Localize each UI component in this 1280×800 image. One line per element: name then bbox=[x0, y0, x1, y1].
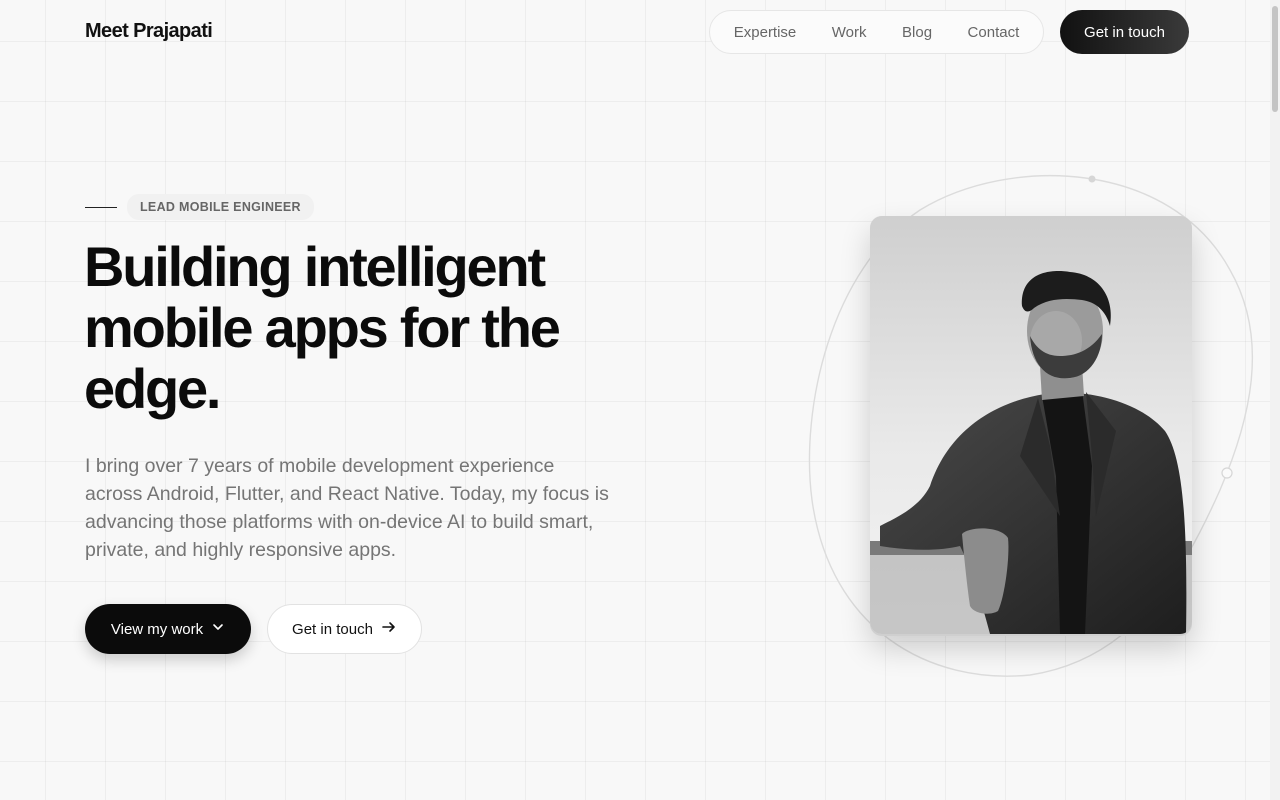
portrait-photo bbox=[870, 216, 1192, 634]
get-in-touch-button[interactable]: Get in touch bbox=[267, 604, 422, 654]
nav-item-expertise[interactable]: Expertise bbox=[734, 24, 797, 41]
nav-item-work[interactable]: Work bbox=[832, 24, 867, 41]
scrollbar-thumb[interactable] bbox=[1272, 6, 1278, 112]
header-get-in-touch-button[interactable]: Get in touch bbox=[1060, 10, 1189, 54]
view-my-work-button[interactable]: View my work bbox=[85, 604, 251, 654]
nav-item-blog[interactable]: Blog bbox=[902, 24, 932, 41]
arrow-right-icon bbox=[381, 620, 397, 638]
get-in-touch-label: Get in touch bbox=[292, 620, 373, 638]
hero-headline: Building intelligent mobile apps for the… bbox=[84, 236, 644, 419]
chevron-down-icon bbox=[211, 620, 225, 638]
nav-item-contact[interactable]: Contact bbox=[968, 24, 1020, 41]
eyebrow-divider bbox=[85, 206, 117, 208]
role-tag: LEAD MOBILE ENGINEER bbox=[127, 194, 314, 220]
headline-line-1: Building intelligent bbox=[84, 235, 546, 298]
page-scrollbar[interactable] bbox=[1270, 0, 1280, 800]
headline-line-2: mobile apps for the bbox=[84, 296, 561, 359]
brand-logo[interactable]: Meet Prajapati bbox=[85, 20, 213, 43]
headline-line-3: edge. bbox=[84, 357, 221, 420]
eyebrow: LEAD MOBILE ENGINEER bbox=[85, 194, 314, 220]
view-my-work-label: View my work bbox=[110, 620, 204, 638]
main-nav: Expertise Work Blog Contact bbox=[709, 10, 1044, 54]
hero-description: I bring over 7 years of mobile developme… bbox=[85, 455, 609, 561]
